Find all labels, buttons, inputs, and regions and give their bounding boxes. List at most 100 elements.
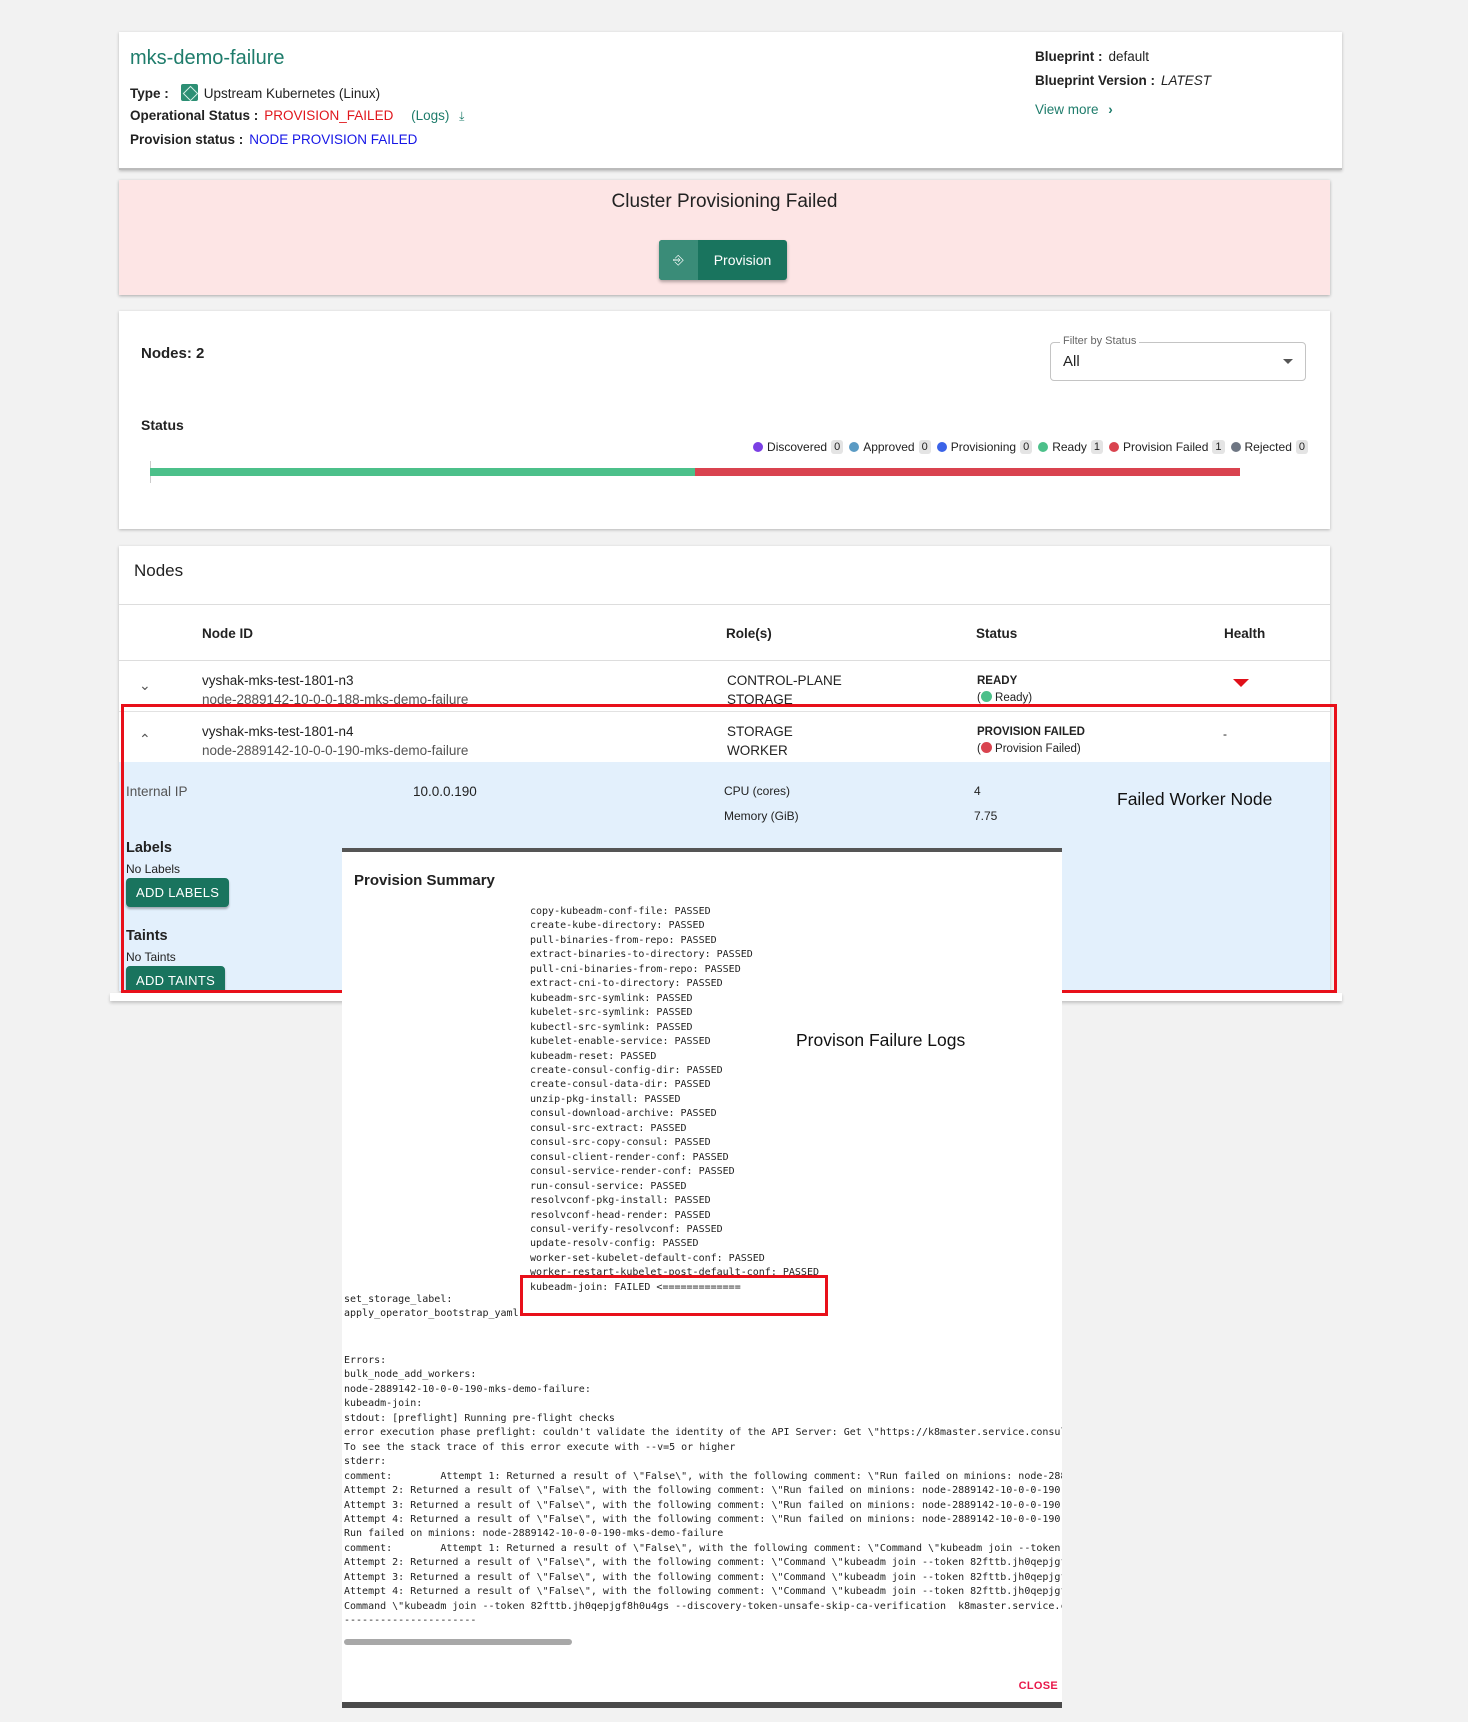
log-line: Attempt 3: Returned a result of \"False\… [344,1571,1062,1583]
log-line: consul-verify-resolvconf: PASSED [530,1223,723,1235]
view-more-link[interactable]: View more › [1035,102,1113,117]
nodes-summary-card: Nodes: 2 Filter by Status All Status Dis… [119,311,1330,529]
log-line: consul-src-extract: PASSED [530,1122,687,1134]
status-dot-icon [980,691,992,702]
col-node-id[interactable]: Node ID [202,626,253,641]
log-line: comment: Attempt 1: Returned a result of… [344,1542,1062,1554]
provision-icon: ⎆ [659,240,698,280]
log-line: kubelet-src-symlink: PASSED [530,1007,693,1019]
legend-item: Approved 0 [849,440,931,454]
blueprint-version-value: LATEST [1161,73,1212,88]
col-status[interactable]: Status [976,626,1017,641]
horizontal-scrollbar[interactable] [344,1639,572,1645]
operational-status-label: Operational Status : [130,108,259,123]
legend-item: Provision Failed 1 [1109,440,1225,454]
log-line: stderr: [344,1456,387,1468]
log-line: extract-binaries-to-directory: PASSED [530,949,753,961]
legend-dot-icon [1230,442,1241,452]
log-line: consul-client-render-conf: PASSED [530,1151,729,1163]
legend-item: Ready 1 [1038,440,1103,454]
legend-dot-icon [936,442,947,452]
dialog-title: Provision Summary [354,872,495,889]
chevron-down-icon[interactable]: ⌄ [139,677,151,694]
log-line: Attempt 3: Returned a result of \"False\… [344,1499,1062,1511]
blueprint-version-label: Blueprint Version : [1035,73,1156,88]
status-legend: Discovered 0 Approved 0 Provisioning 0 Ready 1 P… [753,440,1308,454]
download-icon[interactable]: ⤓ [459,109,464,123]
log-line: kubeadm-src-symlink: PASSED [530,992,693,1004]
node-name: vyshak-mks-test-1801-n3 [202,673,354,688]
log-line: run-consul-service: PASSED [530,1180,687,1192]
banner-title: Cluster Provisioning Failed [611,191,838,212]
cluster-name: mks-demo-failure [130,47,285,69]
log-line: create-consul-data-dir: PASSED [530,1079,711,1091]
status-text: READY [977,675,1018,687]
operational-status-value: PROVISION_FAILED [264,108,394,123]
failed-worker-node-annotation: Failed Worker Node [1117,789,1273,809]
legend-dot-icon [1109,442,1119,452]
log-line: worker-set-kubelet-default-conf: PASSED [530,1252,765,1264]
log-line: Errors: [344,1355,387,1366]
log-line: error execution phase preflight: couldn'… [344,1427,1062,1439]
post-steps-log: set_storage_label: apply_operator_bootstr… [344,1293,525,1322]
nodes-title: Nodes [134,561,184,580]
legend-dot-icon [1038,442,1049,452]
provision-summary-dialog: Provision Summary copy-kubeadm-conf-file… [342,848,1062,1708]
filter-by-status-select[interactable]: Filter by Status All [1050,335,1306,381]
legend-label: Approved [863,440,915,454]
status-detail: Ready [995,692,1029,704]
log-line: kubeadm-join: [344,1398,423,1410]
legend-label: Rejected [1244,440,1292,454]
blueprint: Blueprint : default [1035,49,1149,64]
log-line: node-2889142-10-0-0-190-mks-demo-failure… [344,1383,591,1395]
log-line: copy-kubeadm-conf-file: PASSED [530,906,711,917]
col-roles[interactable]: Role(s) [726,626,772,641]
failure-logs-annotation: Provison Failure Logs [796,1030,966,1050]
errors-log: Errors: bulk_node_add_workers: node-288914… [344,1354,1062,1629]
log-line: resolvconf-head-render: PASSED [530,1209,711,1221]
cluster-type: Type : Upstream Kubernetes (Linux) [130,84,380,101]
type-value: Upstream Kubernetes (Linux) [203,86,381,101]
log-line: pull-cni-binaries-from-repo: PASSED [530,963,741,975]
log-line: Attempt 2: Returned a result of \"False\… [344,1557,1062,1569]
logs-link[interactable]: (Logs) [411,108,449,123]
provision-steps-log: copy-kubeadm-conf-file: PASSED create-kub… [530,905,819,1295]
log-line: Run failed on minions: node-2889142-10-0… [344,1528,724,1540]
log-line: consul-download-archive: PASSED [530,1108,717,1120]
log-line: unzip-pkg-install: PASSED [530,1093,681,1105]
legend-label: Provision Failed [1123,440,1209,454]
type-label: Type : [130,86,169,101]
filter-value: All [1063,353,1080,370]
legend-count: 0 [831,440,844,454]
log-line: ---------------------- [344,1615,477,1627]
col-health[interactable]: Health [1224,626,1265,641]
close-button[interactable]: CLOSE [1019,1680,1058,1692]
legend-count: 1 [1090,440,1103,454]
legend-label: Discovered [767,440,828,454]
cluster-header-card: mks-demo-failure Type : Upstream Kubernet… [119,32,1342,170]
log-line: pull-binaries-from-repo: PASSED [530,934,717,946]
provision-button[interactable]: ⎆ Provision [659,240,787,280]
legend-dot-icon [849,442,860,452]
caret-down-icon [1283,359,1293,364]
log-line: create-kube-directory: PASSED [530,920,705,932]
table-header: Node ID Role(s) Status Health [119,604,1330,661]
log-line: Attempt 4: Returned a result of \"False\… [344,1586,1062,1598]
legend-dot-icon [753,442,764,452]
log-line: stdout: [preflight] Running pre-flight c… [344,1412,615,1424]
legend-count: 0 [918,440,931,454]
provision-status: Provision status : NODE PROVISION FAILED [130,132,417,147]
legend-label: Provisioning [950,440,1017,454]
node-status: READY ( Ready) [977,675,1033,704]
view-more-label: View more [1035,102,1099,117]
log-line: update-resolv-config: PASSED [530,1238,699,1250]
blueprint-version: Blueprint Version : LATEST [1035,73,1211,88]
failed-step-highlight [520,1275,828,1316]
log-line: kubeadm-reset: PASSED [530,1050,657,1062]
blueprint-label: Blueprint : [1035,49,1103,64]
legend-item: Discovered 0 [753,440,844,454]
health-indicator [1233,679,1249,687]
provision-status-label: Provision status : [130,132,244,147]
log-line: Attempt 4: Returned a result of \"False\… [344,1513,1062,1525]
chevron-right-icon: › [1108,102,1113,117]
